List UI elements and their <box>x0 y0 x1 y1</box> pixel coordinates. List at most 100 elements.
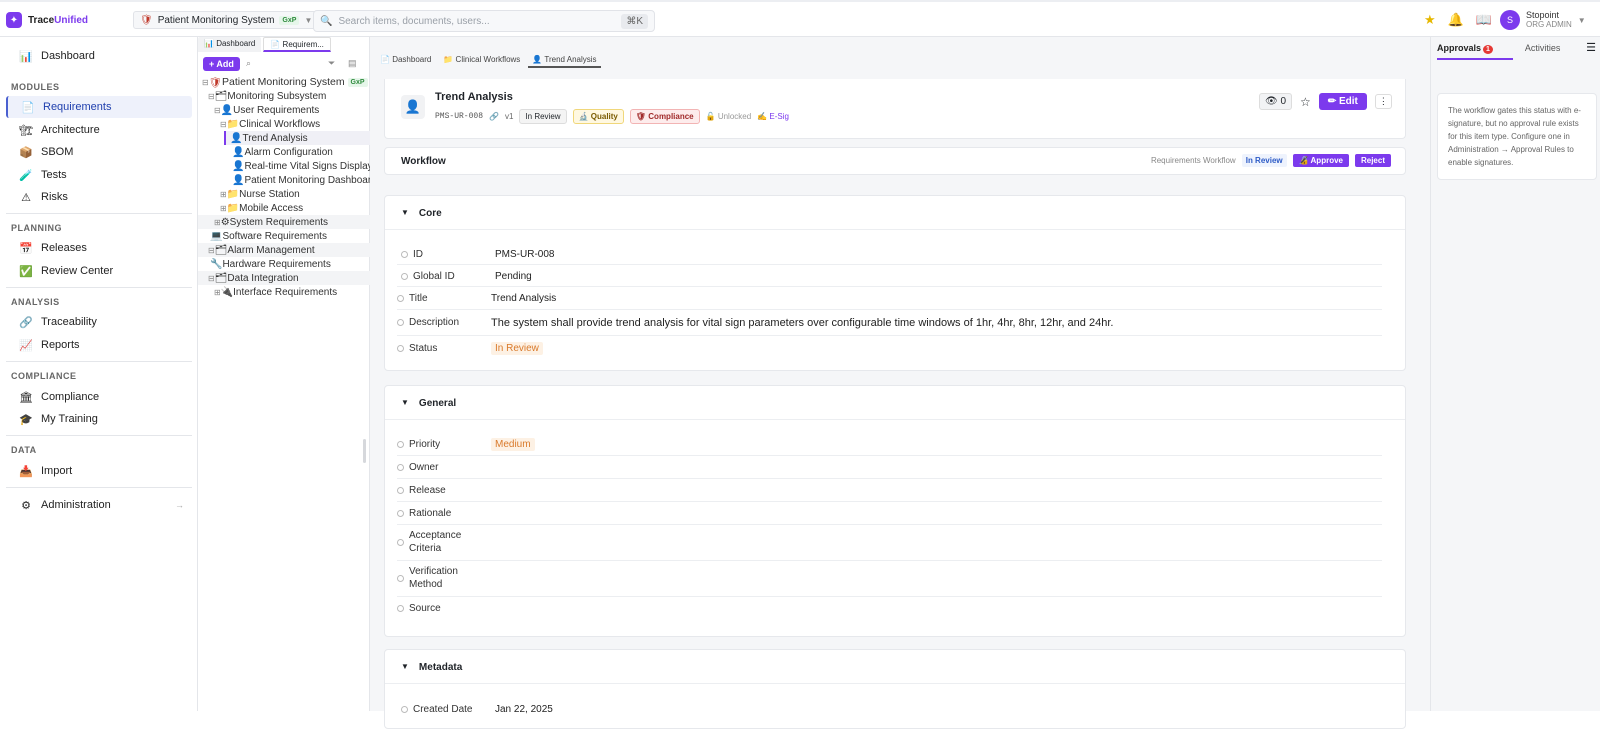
user-menu[interactable]: S Stopoint ORG ADMIN ▼ <box>1500 10 1586 30</box>
layout-icon[interactable]: ▤ <box>348 58 357 69</box>
link-icon[interactable]: 🔗 <box>489 112 499 121</box>
sidebar-item-administration[interactable]: ⚙ Administration → <box>6 494 192 516</box>
field-value: Jan 22, 2025 <box>495 704 553 715</box>
star-icon[interactable]: ☆ <box>1300 95 1311 109</box>
folder-icon: 📁 <box>443 55 454 64</box>
tree-node[interactable]: ⊟ 📁 Clinical Workflows <box>198 117 370 131</box>
tree-node[interactable]: ⊞ 📁 Nurse Station <box>198 187 370 201</box>
add-button[interactable]: + Add <box>203 57 240 71</box>
tree-node[interactable]: 👤 Alarm Configuration <box>198 145 370 159</box>
search-icon: 🔍 <box>320 15 333 27</box>
tree-node-label: Patient Monitoring Dashboard <box>244 174 370 186</box>
field-label: Verification Method <box>409 566 458 590</box>
watch-button[interactable]: 👁 0 <box>1259 93 1293 110</box>
requirements-tree: ⊟ 🛡 Patient Monitoring System GxP ⊟ 🗂 Monito… <box>198 75 370 299</box>
tree-node[interactable]: ⊞ 🔌 Interface Requirements <box>198 285 370 299</box>
sidebar-item-architecture[interactable]: 🏗 Architecture <box>6 119 192 141</box>
tab-activities[interactable]: Activities <box>1525 43 1561 53</box>
approvals-count-badge: 1 <box>1483 45 1493 54</box>
app-logo[interactable]: ✦ TraceUnified <box>6 12 88 28</box>
tree-node[interactable]: 👤 Real-time Vital Signs Display <box>198 159 370 173</box>
approve-label: Approve <box>1310 156 1343 165</box>
core-section-header[interactable]: ▼ Core <box>401 208 442 219</box>
tree-node[interactable]: ⊟ 👤 User Requirements <box>198 103 370 117</box>
field-label: Global ID <box>413 271 455 282</box>
link-icon: 🔗 <box>19 316 33 329</box>
tree-node[interactable]: ⊞ ⚙ System Requirements <box>198 215 370 229</box>
sidebar-item-releases[interactable]: 📅 Releases <box>6 237 192 259</box>
sidebar-item-dashboard[interactable]: 📊 Dashboard <box>6 45 192 67</box>
gear-icon: ⚙ <box>21 499 31 512</box>
section-modules: MODULES <box>11 82 60 92</box>
breadcrumb-clinical-workflows[interactable]: 📁 Clinical Workflows <box>439 53 524 68</box>
sidebar-item-label: Dashboard <box>41 50 95 62</box>
edit-button[interactable]: ✏ Edit <box>1318 93 1367 110</box>
field-label: Title <box>409 293 428 304</box>
field-label: Status <box>409 343 438 354</box>
esig-status[interactable]: ✍ E-Sig <box>757 112 789 121</box>
sidebar-item-my-training[interactable]: 🎓 My Training <box>6 408 192 430</box>
book-icon[interactable]: 📖 <box>1476 12 1492 28</box>
divider <box>397 560 1382 561</box>
star-icon[interactable]: ★ <box>1424 12 1436 28</box>
status-dot <box>397 538 404 546</box>
field-title: Title Trend Analysis <box>397 292 556 305</box>
resize-handle[interactable] <box>363 439 366 463</box>
more-icon[interactable]: ⋮ <box>1374 94 1392 109</box>
tree-node[interactable]: ⊟ 🗂 Data Integration <box>198 271 370 285</box>
breadcrumb-trend-analysis[interactable]: 👤 Trend Analysis <box>528 53 601 68</box>
sidebar-item-compliance[interactable]: 🏛 Compliance <box>6 386 192 408</box>
general-section-header[interactable]: ▼ General <box>401 398 456 409</box>
tree-node[interactable]: ⊞ 📁 Mobile Access <box>198 201 370 215</box>
project-selector[interactable]: 🛡 Patient Monitoring System GxP ▼ <box>133 11 320 29</box>
reject-button[interactable]: Reject <box>1354 154 1391 167</box>
filter-icon[interactable]: ⏷ <box>328 58 335 69</box>
tree-node-root[interactable]: ⊟ 🛡 Patient Monitoring System GxP <box>198 75 370 89</box>
tree-node[interactable]: 🔧 Hardware Requirements <box>198 257 370 271</box>
divider <box>6 361 192 362</box>
tree-node[interactable]: 💻 Software Requirements <box>198 229 370 243</box>
metadata-section-header[interactable]: ▼ Metadata <box>401 662 462 673</box>
workflow-state: In Review <box>1241 154 1287 167</box>
tree-node[interactable]: 👤 Patient Monitoring Dashboard <box>198 173 370 187</box>
field-label: ID <box>413 249 423 260</box>
user-name: Stopoint <box>1526 10 1560 20</box>
sidebar-item-requirements[interactable]: 📄 Requirements <box>6 96 192 118</box>
sidebar-item-import[interactable]: 📥 Import <box>6 460 192 482</box>
tab-dashboard[interactable]: 📊 Dashboard <box>198 37 262 52</box>
breadcrumb-dashboard[interactable]: 📄 Dashboard <box>376 53 435 68</box>
tag-label: Compliance <box>648 112 694 121</box>
tag-label: Quality <box>590 112 618 121</box>
global-search[interactable]: 🔍 Search items, documents, users... ⌘K <box>313 10 655 32</box>
approve-button[interactable]: 🔏 Approve <box>1292 154 1349 167</box>
esig-label: E-Sig <box>769 112 789 121</box>
sidebar-item-review-center[interactable]: ✅ Review Center <box>6 260 192 282</box>
sidebar-item-risks[interactable]: ⚠ Risks <box>6 186 192 208</box>
tree-node-selected[interactable]: 👤 Trend Analysis <box>224 131 370 145</box>
search-icon[interactable]: ⌕ <box>246 58 251 69</box>
sidebar-item-sbom[interactable]: 📦 SBOM <box>6 141 192 163</box>
avatar: S <box>1500 10 1520 30</box>
sidebar-item-tests[interactable]: 🧪 Tests <box>6 164 192 186</box>
status-dot <box>397 345 404 352</box>
shield-icon: 🛡 <box>208 76 223 89</box>
divider <box>6 213 192 214</box>
menu-icon[interactable]: ☰ <box>1586 41 1596 54</box>
tab-approvals[interactable]: Approvals 1 <box>1437 43 1493 54</box>
tree-node[interactable]: ⊟ 🗂 Alarm Management <box>198 243 370 257</box>
sidebar-item-traceability[interactable]: 🔗 Traceability <box>6 311 192 333</box>
field-id: ID PMS-UR-008 <box>401 248 554 261</box>
sidebar-item-label: Requirements <box>43 101 112 113</box>
tree-node[interactable]: ⊟ 🗂 Monitoring Subsystem <box>198 89 370 103</box>
tab-requirements[interactable]: 📄 Requirem... <box>263 37 331 52</box>
sidebar-item-reports[interactable]: 📈 Reports <box>6 334 192 356</box>
tab-indicator <box>1437 58 1513 60</box>
user-icon: 👤 <box>232 174 245 186</box>
bell-icon[interactable]: 🔔 <box>1448 12 1464 28</box>
watch-count: 0 <box>1280 96 1287 107</box>
check-icon: ✅ <box>19 265 33 278</box>
logo-icon: ✦ <box>6 12 22 28</box>
field-source: Source <box>397 602 491 615</box>
workflow-title: Workflow <box>401 156 446 167</box>
status-dot <box>401 273 408 280</box>
